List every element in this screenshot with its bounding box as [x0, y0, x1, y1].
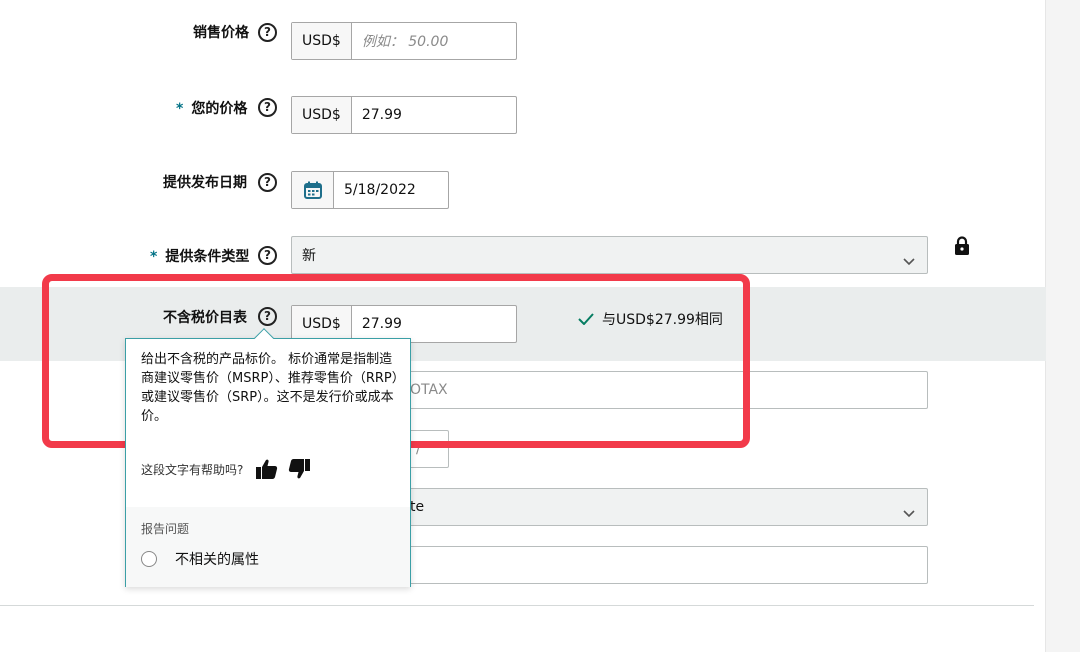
offer-form-page: 销售价格 ? USD$ 例如： 50.00 * 您的价格 ? USD$ 27.99…	[0, 0, 1080, 652]
sale-price-input[interactable]: USD$ 例如： 50.00	[291, 22, 517, 60]
condition-type-select[interactable]: 新	[291, 236, 928, 274]
release-date-value: 5/18/2022	[344, 182, 416, 198]
condition-type-help-icon[interactable]: ?	[258, 246, 277, 265]
obscured-select-text: te	[410, 499, 425, 515]
calendar-icon[interactable]	[292, 172, 334, 208]
your-price-value: 27.99	[361, 107, 402, 123]
sale-price-help-icon[interactable]: ?	[258, 23, 277, 42]
tooltip-text: 给出不含税的产品标价。 标价通常是指制造商建议零售价（MSRP）、推荐零售价（R…	[141, 352, 399, 424]
currency-prefix: USD$	[292, 23, 352, 59]
section-divider	[0, 605, 1034, 606]
thumbs-up-icon[interactable]	[255, 458, 279, 480]
release-date-input[interactable]: 5/18/2022	[291, 171, 449, 209]
helpful-feedback: 这段文字有帮助吗?	[141, 458, 319, 480]
right-gutter	[1045, 0, 1080, 652]
sale-price-placeholder: 例如： 50.00	[361, 34, 449, 50]
lock-icon	[954, 236, 970, 260]
required-mark: *	[176, 101, 184, 117]
chevron-down-icon	[903, 251, 915, 270]
sale-price-label: 销售价格	[193, 25, 249, 41]
required-mark: *	[150, 249, 158, 265]
your-price-label: * 您的价格	[176, 101, 248, 117]
report-section: 报告问题 不相关的属性	[126, 507, 410, 587]
helpful-question: 这段文字有帮助吗?	[141, 462, 244, 477]
release-date-label: 提供发布日期	[163, 175, 247, 191]
chevron-down-icon	[903, 503, 915, 522]
currency-prefix: USD$	[292, 97, 352, 133]
help-tooltip: 给出不含税的产品标价。 标价通常是指制造商建议零售价（MSRP）、推荐零售价（R…	[125, 328, 411, 587]
condition-type-label: * 提供条件类型	[150, 249, 250, 265]
report-title: 报告问题	[141, 522, 190, 536]
report-option-irrelevant[interactable]: 不相关的属性	[141, 549, 259, 569]
your-price-help-icon[interactable]: ?	[258, 98, 277, 117]
your-price-input[interactable]: USD$ 27.99	[291, 96, 517, 134]
thumbs-down-icon[interactable]	[287, 458, 311, 480]
release-date-help-icon[interactable]: ?	[258, 173, 277, 192]
condition-type-value: 新	[302, 248, 316, 264]
radio-button[interactable]	[141, 551, 157, 567]
